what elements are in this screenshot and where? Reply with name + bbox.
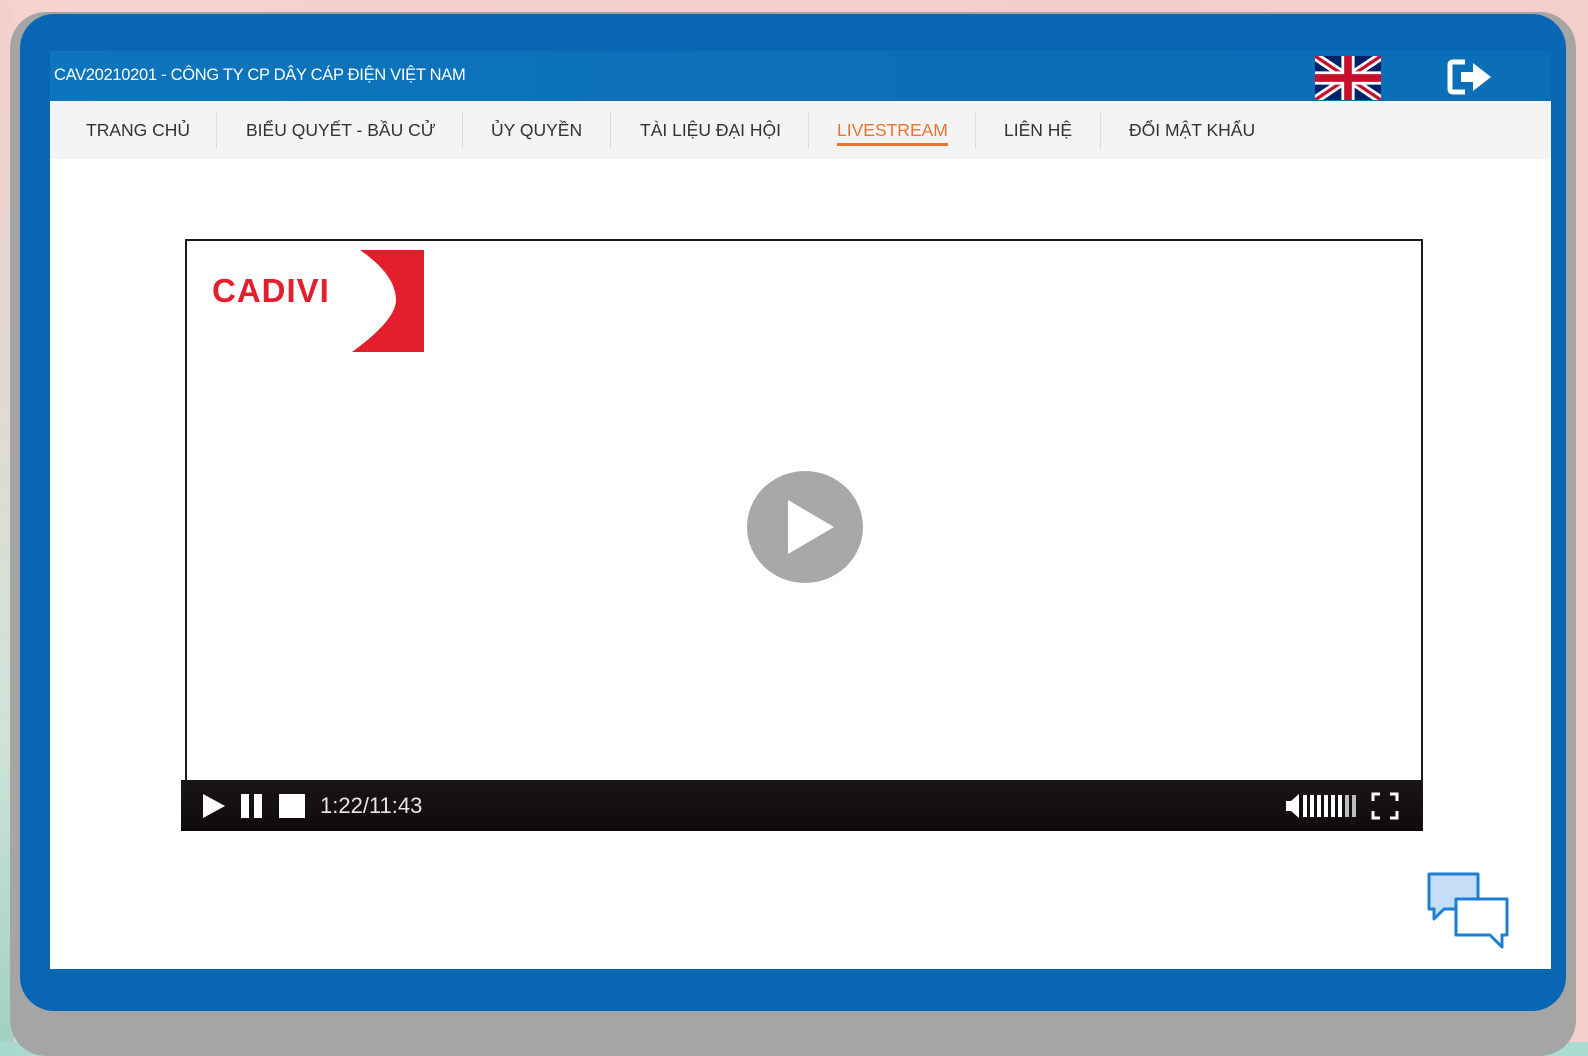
stop-icon[interactable] (279, 794, 305, 818)
nav-label: LIÊN HỆ (1004, 119, 1073, 140)
nav-label: LIVESTREAM (837, 119, 948, 140)
nav-item-tai-lieu[interactable]: TÀI LIỆU ĐẠI HỘI (640, 101, 781, 159)
fullscreen-icon[interactable] (1371, 792, 1399, 820)
header-bar: CAV20210201 - CÔNG TY CP DÂY CÁP ĐIỆN VI… (50, 51, 1551, 101)
nav-item-lien-he[interactable]: LIÊN HỆ (1004, 101, 1072, 159)
nav-divider (808, 111, 809, 149)
time-display: 1:22/11:43 (320, 793, 423, 818)
chat-bubbles-icon[interactable] (1426, 871, 1510, 951)
main-nav: TRANG CHỦ BIỂU QUYẾT - BẦU CỬ ỦY QUYỀN T… (50, 101, 1551, 159)
nav-divider (975, 111, 976, 149)
nav-label: BIỂU QUYẾT - BẦU CỬ (246, 119, 436, 140)
nav-label: ĐỔI MẬT KHẨU (1129, 119, 1256, 140)
uk-flag-icon[interactable] (1315, 56, 1381, 100)
nav-divider (1100, 111, 1101, 149)
video-player[interactable]: CADIVI (185, 239, 1423, 831)
cadivi-logo: CADIVI (196, 250, 424, 352)
active-tab-indicator (837, 143, 948, 146)
nav-divider (216, 111, 217, 149)
page-title: CAV20210201 - CÔNG TY CP DÂY CÁP ĐIỆN VI… (54, 66, 466, 84)
nav-item-bieu-quyet[interactable]: BIỂU QUYẾT - BẦU CỬ (246, 101, 436, 159)
nav-item-livestream[interactable]: LIVESTREAM (837, 101, 948, 159)
nav-divider (610, 111, 611, 149)
volume-icon[interactable] (1285, 793, 1357, 819)
pause-icon[interactable] (240, 794, 264, 818)
video-controls: 1:22/11:43 (181, 780, 1422, 831)
logout-icon[interactable] (1447, 57, 1495, 97)
nav-label: TÀI LIỆU ĐẠI HỘI (640, 119, 781, 140)
svg-text:CADIVI: CADIVI (212, 272, 330, 309)
nav-divider (462, 111, 463, 149)
app-screen: CAV20210201 - CÔNG TY CP DÂY CÁP ĐIỆN VI… (50, 51, 1551, 969)
nav-item-trang-chu[interactable]: TRANG CHỦ (86, 101, 190, 159)
nav-label: TRANG CHỦ (86, 119, 191, 140)
nav-item-uy-quyen[interactable]: ỦY QUYỀN (491, 101, 582, 159)
nav-item-doi-mat-khau[interactable]: ĐỔI MẬT KHẨU (1129, 101, 1255, 159)
device-frame: CAV20210201 - CÔNG TY CP DÂY CÁP ĐIỆN VI… (20, 14, 1566, 1011)
play-icon[interactable] (201, 794, 227, 818)
nav-label: ỦY QUYỀN (491, 119, 583, 140)
play-overlay-icon[interactable] (746, 470, 864, 584)
